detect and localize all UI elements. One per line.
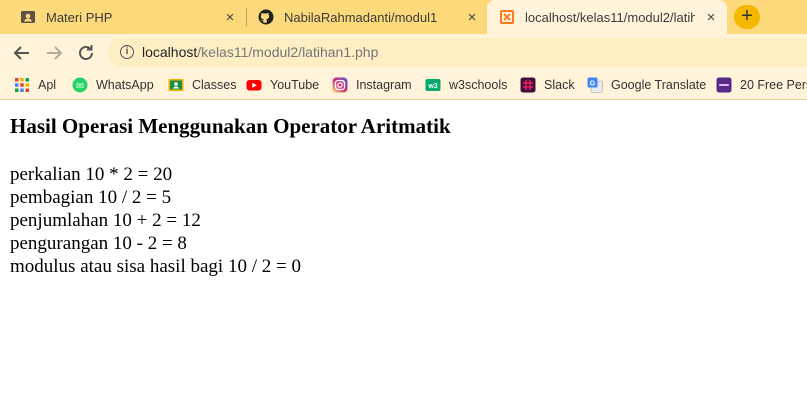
bookmark-label: Apl	[38, 78, 57, 92]
user-card-icon	[21, 11, 35, 23]
back-button[interactable]	[11, 42, 33, 64]
url-host: localhost	[142, 44, 198, 60]
result-line-penjumlahan: penjumlahan 10 + 2 = 12	[10, 210, 201, 231]
svg-text:w3: w3	[427, 83, 437, 90]
close-icon[interactable]: ×	[222, 9, 238, 26]
close-icon[interactable]: ×	[703, 9, 719, 26]
result-line-pengurangan: pengurangan 10 - 2 = 8	[10, 233, 187, 254]
classroom-icon	[168, 79, 184, 91]
tab-github[interactable]: NabilaRahmadanti/modul1 ×	[248, 0, 484, 34]
google-translate-icon: G	[587, 77, 603, 93]
result-line-perkalian: perkalian 10 * 2 = 20	[10, 164, 173, 185]
bookmark-label: Classes	[192, 78, 237, 92]
address-bar[interactable]: i localhost/kelas11/modul2/latihan1.php	[108, 38, 807, 67]
colorlib-icon	[716, 77, 732, 93]
bookmark-label: Instagram	[356, 78, 412, 92]
xampp-icon	[500, 10, 514, 24]
result-line-modulus: modulus atau sisa hasil bagi 10 / 2 = 0	[10, 256, 301, 277]
svg-text:G: G	[590, 81, 596, 88]
browser-toolbar: i localhost/kelas11/modul2/latihan1.php	[0, 34, 807, 71]
bookmark-whatsapp[interactable]: 88 WhatsApp	[72, 76, 154, 94]
bookmark-label: 20 Free Perso	[740, 78, 807, 92]
instagram-icon	[332, 77, 348, 93]
tab-materi-php[interactable]: Materi PHP ×	[10, 0, 242, 34]
bookmark-w3schools[interactable]: w3 w3schools	[425, 76, 507, 94]
github-icon	[258, 9, 274, 25]
tab-title: NabilaRahmadanti/modul1	[284, 9, 438, 25]
tab-strip: Materi PHP × NabilaRahmadanti/modul1 × l…	[0, 0, 807, 34]
result-line-pembagian: pembagian 10 / 2 = 5	[10, 187, 172, 208]
bookmark-label: Google Translate	[611, 78, 707, 92]
bookmark-label: Slack	[544, 78, 575, 92]
arrow-left-icon	[13, 46, 29, 60]
result-lines: perkalian 10 * 2 = 20 pembagian 10 / 2 =…	[10, 163, 451, 278]
bookmark-label: w3schools	[449, 78, 508, 92]
arrow-right-icon	[47, 46, 63, 60]
bookmark-apps[interactable]: Apl	[14, 76, 56, 94]
info-icon[interactable]: i	[120, 45, 134, 59]
bookmark-label: YouTube	[270, 78, 320, 92]
bookmark-google-translate[interactable]: G Google Translate	[587, 76, 706, 94]
tab-divider	[246, 8, 247, 26]
bookmarks-bar: Apl 88 WhatsApp Classes YouTube Instagra…	[0, 71, 807, 100]
bookmark-slack[interactable]: Slack	[520, 76, 575, 94]
tab-title: Materi PHP	[46, 9, 113, 25]
whatsapp-icon: 88	[72, 77, 88, 93]
youtube-icon	[246, 80, 262, 91]
reload-button[interactable]	[75, 42, 97, 64]
bookmark-colorlib[interactable]: 20 Free Perso	[716, 76, 807, 94]
bookmark-instagram[interactable]: Instagram	[332, 76, 412, 94]
forward-button[interactable]	[43, 42, 65, 64]
page-heading: Hasil Operasi Menggunakan Operator Aritm…	[10, 114, 451, 138]
reload-icon	[79, 45, 93, 60]
close-icon[interactable]: ×	[464, 9, 480, 26]
url-path: /kelas11/modul2/latihan1.php	[197, 44, 379, 60]
url-text[interactable]: localhost/kelas11/modul2/latihan1.php	[142, 44, 378, 60]
bookmark-youtube[interactable]: YouTube	[246, 76, 319, 94]
bookmark-classes[interactable]: Classes	[168, 76, 236, 94]
apps-grid-icon	[15, 78, 29, 92]
bookmark-label: WhatsApp	[96, 78, 154, 92]
new-tab-button[interactable]: +	[734, 5, 760, 29]
tab-localhost[interactable]: localhost/kelas11/modul2/latihan ×	[487, 0, 727, 34]
slack-icon	[520, 77, 536, 93]
tab-title: localhost/kelas11/modul2/latihan	[525, 9, 695, 25]
w3schools-icon: w3	[425, 79, 441, 91]
svg-text:88: 88	[76, 83, 84, 90]
page-content: Hasil Operasi Menggunakan Operator Aritm…	[10, 112, 451, 278]
